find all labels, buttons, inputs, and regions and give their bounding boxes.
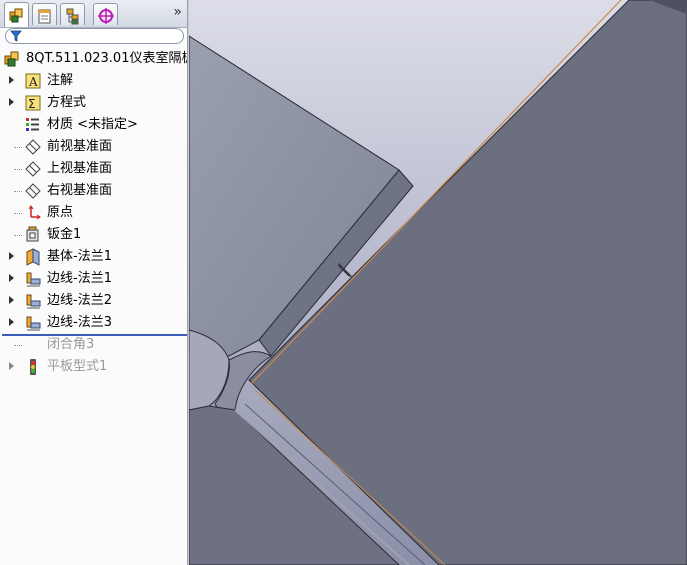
tree-item-edge-flange-2[interactable]: 边线-法兰2	[0, 290, 187, 312]
tree-item-base-flange[interactable]: 基体-法兰1	[0, 246, 187, 268]
tree-root-label: 8QT.511.023.01仪表室隔板	[26, 51, 188, 66]
sheetmetal-icon	[26, 226, 39, 242]
tree-item-closed-corner[interactable]: 闭合角3	[0, 334, 187, 356]
svg-text:Σ: Σ	[28, 97, 36, 111]
origin-icon	[28, 205, 41, 220]
expand-arrow-icon[interactable]	[9, 98, 14, 106]
expand-arrow-icon[interactable]	[9, 318, 14, 326]
tree-item-label: 钣金1	[47, 227, 82, 242]
tree-item-front-plane[interactable]: 前视基准面	[0, 136, 187, 158]
tree-item-right-plane[interactable]: 右视基准面	[0, 180, 187, 202]
tree-item-edge-flange-1[interactable]: 边线-法兰1	[0, 268, 187, 290]
tree-item-sheet-metal[interactable]: 钣金1	[0, 224, 187, 246]
tree-item-top-plane[interactable]: 上视基准面	[0, 158, 187, 180]
tree-item-label: 基体-法兰1	[47, 249, 112, 264]
graphics-viewport[interactable]	[189, 0, 687, 565]
tree-item-label: 上视基准面	[47, 161, 113, 176]
tab-propertymanager[interactable]	[32, 3, 57, 25]
flat-pattern-icon	[30, 359, 36, 375]
edge-flange-icon	[26, 294, 41, 309]
feature-manager-panel: » 8QT.511.023.01仪表室隔板 A 注解 Σ 方程式 材质 <未指定…	[0, 0, 188, 565]
tree-item-flat-pattern[interactable]: 平板型式1	[0, 356, 187, 378]
tree-item-label: 前视基准面	[47, 139, 113, 154]
tree-root-part[interactable]: 8QT.511.023.01仪表室隔板	[0, 48, 188, 70]
expand-arrow-icon[interactable]	[9, 274, 14, 282]
dimxpertmanager-icon	[98, 8, 114, 24]
expand-arrow-icon[interactable]	[9, 362, 14, 370]
tree-item-label: 边线-法兰1	[47, 271, 112, 286]
part-icon	[4, 51, 19, 67]
tree-item-label: 材质 <未指定>	[47, 117, 138, 132]
configurationmanager-icon	[66, 8, 79, 25]
rollback-bar[interactable]	[2, 334, 187, 336]
tree-item-label: 原点	[47, 205, 74, 220]
tab-dimxpertmanager[interactable]	[93, 3, 118, 25]
plane-icon	[25, 161, 41, 177]
tree-item-annotations[interactable]: A 注解	[0, 70, 187, 92]
propertymanager-icon	[38, 9, 51, 24]
tree-item-material[interactable]: 材质 <未指定>	[0, 114, 187, 136]
material-icon	[26, 118, 39, 131]
more-tabs-button[interactable]: »	[173, 4, 182, 20]
manager-tabbar: »	[0, 0, 187, 28]
feature-filter-input[interactable]	[5, 28, 184, 44]
tree-item-label: 平板型式1	[47, 359, 108, 374]
tree-item-equations[interactable]: Σ 方程式	[0, 92, 187, 114]
plane-icon	[25, 183, 41, 199]
featuremanager-icon	[9, 8, 23, 23]
tree-item-label: 边线-法兰2	[47, 293, 112, 308]
annotations-icon: A	[25, 73, 41, 89]
tree-item-label: 注解	[47, 73, 74, 88]
expand-arrow-icon[interactable]	[9, 252, 14, 260]
tree-item-origin[interactable]: 原点	[0, 202, 187, 224]
base-flange-icon	[26, 248, 40, 266]
filter-icon	[10, 30, 22, 42]
tree-item-label: 右视基准面	[47, 183, 113, 198]
tree-item-label: 方程式	[47, 95, 87, 110]
edge-flange-icon	[26, 316, 41, 331]
tree-item-label: 边线-法兰3	[47, 315, 112, 330]
equations-icon: Σ	[25, 95, 41, 111]
svg-text:A: A	[28, 75, 38, 89]
tree-item-edge-flange-3[interactable]: 边线-法兰3	[0, 312, 187, 334]
expand-arrow-icon[interactable]	[9, 296, 14, 304]
plane-icon	[25, 139, 41, 155]
tree-item-label: 闭合角3	[47, 337, 95, 352]
tab-featuremanager[interactable]	[4, 2, 29, 27]
tab-configurationmanager[interactable]	[60, 3, 85, 25]
expand-arrow-icon[interactable]	[9, 76, 14, 84]
edge-flange-icon	[26, 272, 41, 287]
